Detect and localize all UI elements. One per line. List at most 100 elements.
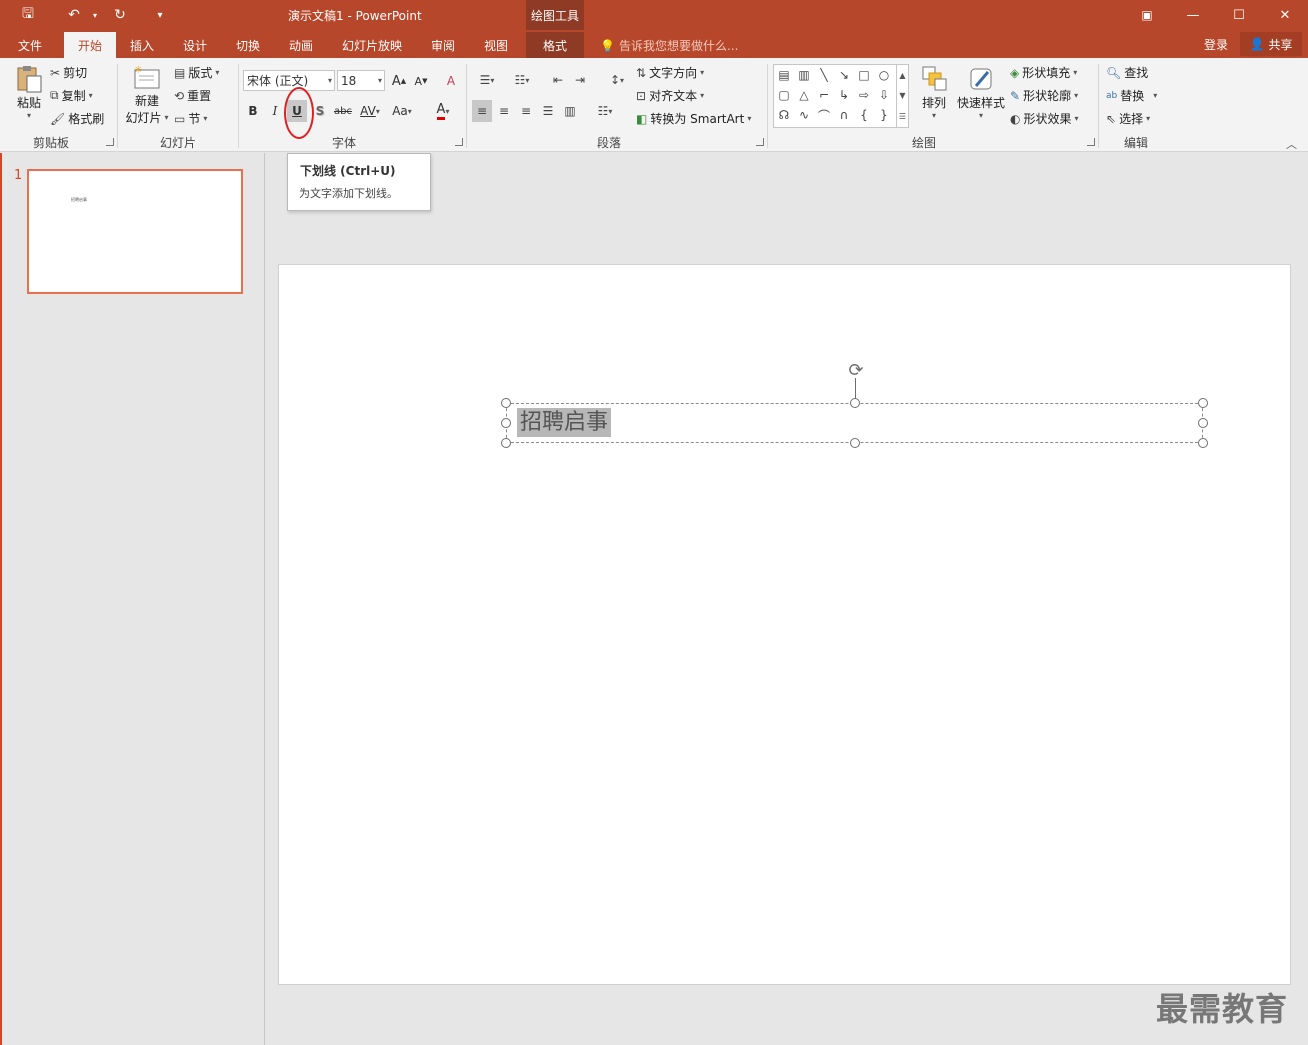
triangle-shape-icon[interactable]: △ [794, 85, 814, 105]
tab-transitions[interactable]: 切换 [228, 32, 268, 58]
drawing-launcher-icon[interactable] [1087, 138, 1095, 146]
save-icon[interactable]: 🖫 [14, 0, 42, 30]
find-button[interactable]: 🔍︎ 查找 [1106, 64, 1148, 81]
align-left-button[interactable]: ≡ [472, 100, 492, 122]
tab-review[interactable]: 审阅 [423, 32, 463, 58]
down-arrow-shape-icon[interactable]: ⇩ [874, 85, 894, 105]
resize-handle-bottom[interactable] [850, 438, 860, 448]
format-painter-button[interactable]: 🖌 格式刷 [50, 110, 104, 127]
right-brace-shape-icon[interactable]: } [874, 105, 894, 125]
right-arrow-shape-icon[interactable]: ⇨ [854, 85, 874, 105]
customize-qat-icon[interactable]: ▾ [146, 0, 174, 30]
shrink-font-button[interactable]: A ▼ [412, 70, 430, 92]
line-spacing-button[interactable]: ↕ ▾ [602, 69, 632, 91]
italic-button[interactable]: I [266, 100, 284, 122]
resize-handle-left[interactable] [501, 418, 511, 428]
paragraph-launcher-icon[interactable] [756, 138, 764, 146]
resize-handle-top-left[interactable] [501, 398, 511, 408]
arrange-button[interactable]: 排列 ▾ [916, 64, 952, 128]
ribbon-display-options-icon[interactable]: ▣ [1124, 0, 1170, 30]
sign-in-link[interactable]: 登录 [1204, 36, 1228, 53]
justify-button[interactable]: ☰ [538, 100, 558, 122]
undo-dropdown-icon[interactable]: ▾ [88, 0, 102, 30]
align-center-button[interactable]: ≡ [494, 100, 514, 122]
slide-thumbnail[interactable]: 招聘启事 [27, 169, 243, 294]
clipboard-launcher-icon[interactable] [106, 138, 114, 146]
maximize-button[interactable]: ☐ [1216, 0, 1262, 30]
font-name-combo[interactable]: 宋体 (正文) ▾ [243, 70, 335, 91]
shape-fill-button[interactable]: ◈ 形状填充 ▾ [1010, 64, 1077, 81]
oval-shape-icon[interactable]: ○ [874, 65, 894, 85]
resize-handle-bottom-left[interactable] [501, 438, 511, 448]
tab-slideshow[interactable]: 幻灯片放映 [336, 32, 408, 58]
change-case-button[interactable]: Aa ▾ [388, 100, 416, 122]
close-button[interactable]: ✕ [1262, 0, 1308, 30]
rounded-rect-shape-icon[interactable]: ▢ [774, 85, 794, 105]
share-button[interactable]: 👤 共享 [1240, 32, 1302, 56]
reset-button[interactable]: ⟲ 重置 [174, 87, 211, 104]
gallery-more-icon[interactable]: ☰ [899, 112, 906, 121]
resize-handle-top[interactable] [850, 398, 860, 408]
line-shape-icon[interactable]: ╲ [814, 65, 834, 85]
quick-styles-button[interactable]: 快速样式 ▾ [955, 64, 1007, 128]
new-slide-button[interactable]: ✳ 新建 幻灯片 ▾ [124, 64, 170, 130]
cut-button[interactable]: ✂ 剪切 [50, 64, 87, 81]
font-color-button[interactable]: A ▾ [428, 100, 458, 122]
collapse-ribbon-icon[interactable]: ︿ [1286, 136, 1297, 152]
strikethrough-button[interactable]: abc [332, 100, 354, 122]
minimize-button[interactable]: — [1170, 0, 1216, 30]
distributed-button[interactable]: ▥ [560, 100, 580, 122]
rectangle-shape-icon[interactable]: □ [854, 65, 874, 85]
tab-view[interactable]: 视图 [476, 32, 516, 58]
font-name-dropdown-icon[interactable]: ▾ [328, 76, 332, 85]
scroll-down-icon[interactable]: ▼ [899, 91, 905, 100]
redo-icon[interactable]: ↻ [106, 0, 134, 30]
tab-design[interactable]: 设计 [175, 32, 215, 58]
freeform-shape-icon[interactable]: ☊ [774, 105, 794, 125]
slide-canvas[interactable] [278, 264, 1291, 985]
tab-animations[interactable]: 动画 [281, 32, 321, 58]
undo-icon[interactable]: ↶ [60, 0, 88, 30]
shape-effects-button[interactable]: ◐ 形状效果 ▾ [1010, 110, 1079, 127]
arrow-line-shape-icon[interactable]: ↘ [834, 65, 854, 85]
elbow-connector-shape-icon[interactable]: ⌐ [814, 85, 834, 105]
decrease-indent-button[interactable]: ⇤ [548, 69, 568, 91]
replace-button[interactable]: ab 替换 ▾ [1106, 87, 1157, 104]
elbow-arrow-shape-icon[interactable]: ↳ [834, 85, 854, 105]
resize-handle-top-right[interactable] [1198, 398, 1208, 408]
font-size-dropdown-icon[interactable]: ▾ [378, 76, 382, 85]
tab-insert[interactable]: 插入 [122, 32, 162, 58]
textbox-shape-icon[interactable]: ▤ [774, 65, 794, 85]
tab-home[interactable]: 开始 [64, 32, 116, 58]
select-button[interactable]: ⇖ 选择 ▾ [1106, 110, 1150, 127]
shapes-gallery[interactable]: ▤ ▥ ╲ ↘ □ ○ ▢ △ ⌐ ↳ ⇨ ⇩ ☊ ∿ ⌒ ∩ { } [773, 64, 909, 128]
font-size-combo[interactable]: 18 ▾ [337, 70, 385, 91]
resize-handle-bottom-right[interactable] [1198, 438, 1208, 448]
tab-format[interactable]: 格式 [526, 32, 584, 58]
scroll-up-icon[interactable]: ▲ [899, 71, 905, 80]
paste-button[interactable]: 粘贴 ▾ [12, 64, 46, 126]
scribble-shape-icon[interactable]: ∿ [794, 105, 814, 125]
tell-me-search[interactable]: 💡 告诉我您想要做什么... [600, 37, 738, 54]
curve-shape-icon[interactable]: ∩ [834, 105, 854, 125]
numbering-button[interactable]: ☷ ▾ [506, 69, 538, 91]
vertical-textbox-shape-icon[interactable]: ▥ [794, 65, 814, 85]
layout-button[interactable]: ▤ 版式 ▾ [174, 64, 219, 81]
arc-shape-icon[interactable]: ⌒ [814, 105, 834, 125]
columns-button[interactable]: ☷ ▾ [590, 100, 620, 122]
resize-handle-right[interactable] [1198, 418, 1208, 428]
bullets-button[interactable]: ☰ ▾ [472, 69, 502, 91]
section-button[interactable]: ▭ 节 ▾ [174, 110, 207, 127]
left-brace-shape-icon[interactable]: { [854, 105, 874, 125]
slide-title-text[interactable]: 招聘启事 [517, 408, 612, 437]
text-direction-button[interactable]: ⇅ 文字方向 ▾ [636, 64, 704, 81]
copy-button[interactable]: ⧉ 复制 ▾ [50, 87, 93, 104]
font-launcher-icon[interactable] [455, 138, 463, 146]
bold-button[interactable]: B [244, 100, 262, 122]
convert-smartart-button[interactable]: ◧ 转换为 SmartArt ▾ [636, 110, 751, 127]
increase-indent-button[interactable]: ⇥ [570, 69, 590, 91]
clear-formatting-button[interactable]: A [440, 70, 462, 92]
grow-font-button[interactable]: A ▲ [390, 70, 408, 92]
rotate-handle-icon[interactable]: ⟳ [845, 359, 867, 381]
shapes-gallery-scroll[interactable]: ▲ ▼ ☰ [896, 64, 909, 128]
